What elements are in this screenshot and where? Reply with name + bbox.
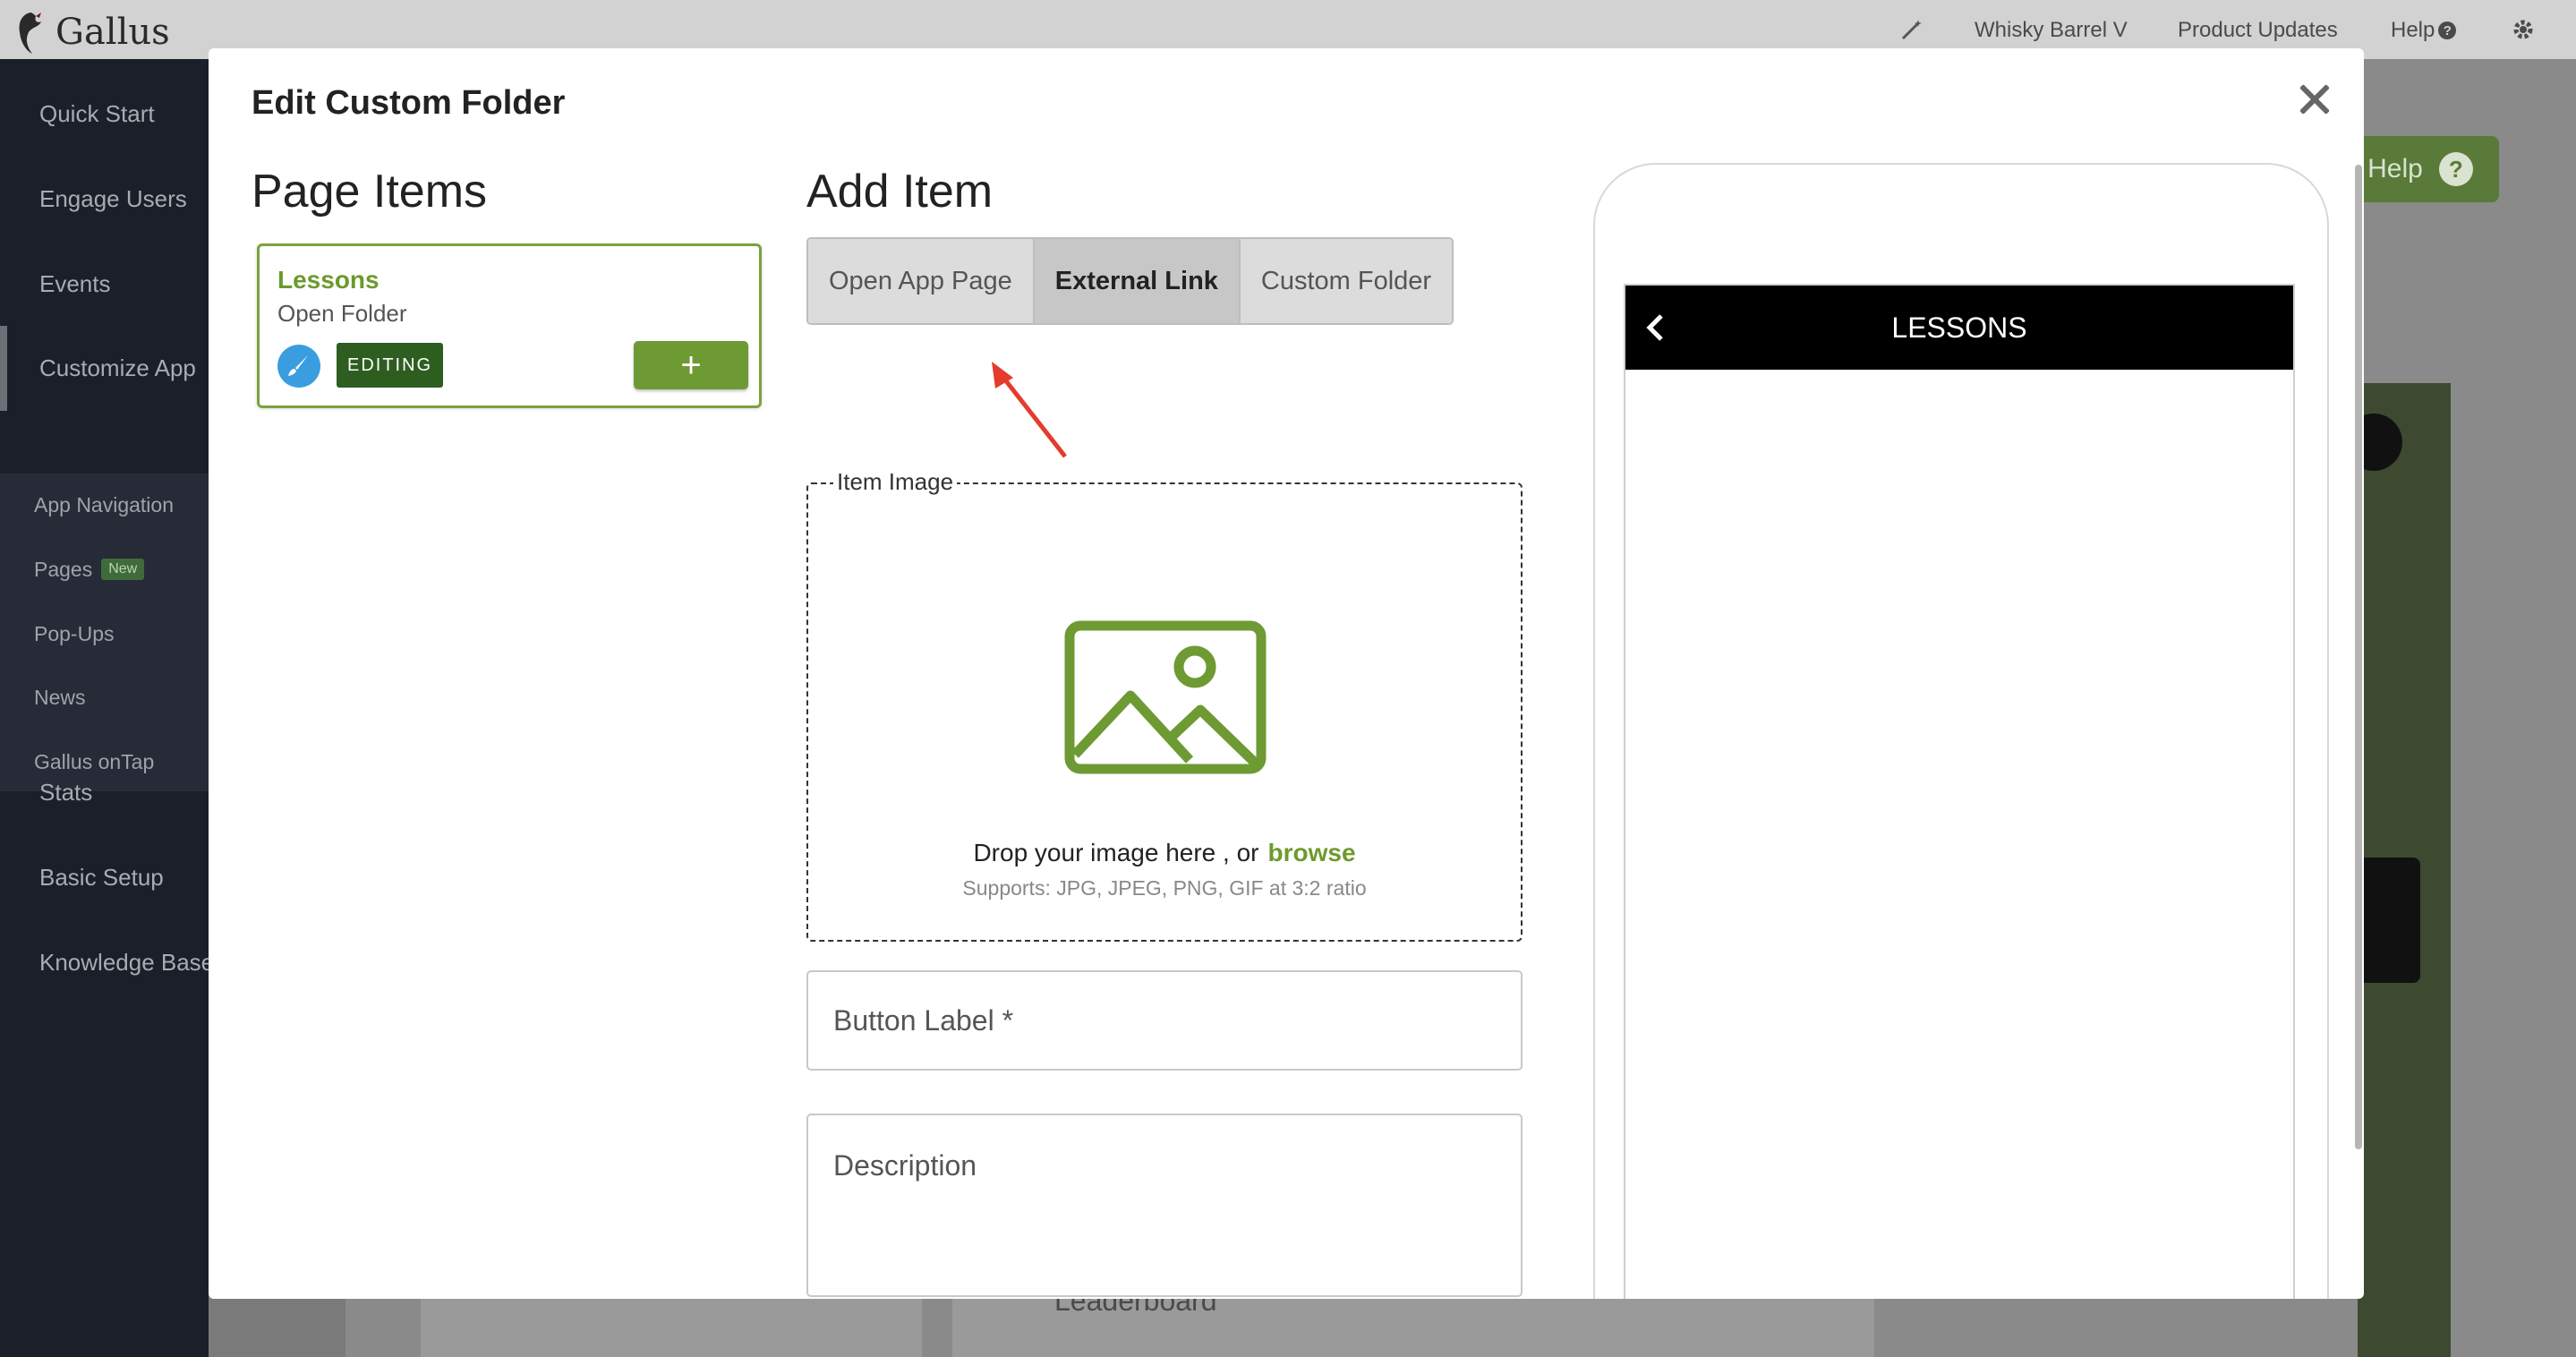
chevron-left-icon[interactable]	[1645, 312, 1665, 343]
phone-preview-screen: LESSONS	[1624, 284, 2295, 1299]
phone-preview-header: LESSONS	[1625, 286, 2293, 370]
question-circle-icon: ?	[2438, 152, 2473, 186]
add-sub-item-button[interactable]: +	[634, 341, 748, 389]
page-item-subtitle: Open Folder	[277, 300, 407, 327]
sidebar-subitem-app-navigation[interactable]: App Navigation	[0, 486, 209, 524]
item-image-legend: Item Image	[833, 468, 958, 496]
sidebar-item-knowledge-base[interactable]: Knowledge Base	[0, 920, 214, 1005]
modal-scrollbar[interactable]	[2355, 165, 2362, 1149]
phone-preview-title: LESSONS	[1891, 311, 2027, 344]
add-item-heading: Add Item	[806, 166, 994, 218]
paintbrush-icon[interactable]	[277, 345, 320, 388]
annotation-arrow-icon	[992, 362, 1067, 458]
background-help-button[interactable]: Help ?	[2341, 136, 2499, 202]
close-icon[interactable]	[2292, 77, 2337, 122]
editing-badge: EDITING	[337, 343, 444, 388]
product-updates-link[interactable]: Product Updates	[2178, 18, 2338, 43]
background-card	[421, 1298, 922, 1357]
sidebar-subitem-news[interactable]: News	[0, 678, 209, 716]
rooster-logo-icon	[19, 13, 41, 54]
sidebar: Quick Start Engage Users Events Customiz…	[0, 59, 214, 1357]
new-badge: New	[101, 559, 145, 580]
button-label-field[interactable]: Button Label *	[806, 970, 1523, 1071]
supported-formats-text: Supports: JPG, JPEG, PNG, GIF at 3:2 rat…	[962, 876, 1367, 900]
brand-name: Gallus	[55, 12, 170, 53]
background-help-label: Help	[2367, 154, 2423, 183]
sidebar-item-engage-users[interactable]: Engage Users	[0, 157, 209, 242]
sidebar-subitem-pages[interactable]: Pages New	[0, 550, 209, 588]
magic-wand-icon[interactable]	[1900, 18, 1923, 41]
item-type-tabs: Open App Page External Link Custom Folde…	[806, 237, 1454, 325]
sidebar-item-events[interactable]: Events	[0, 242, 209, 327]
sidebar-subitem-label: Pages	[34, 557, 93, 581]
browse-link[interactable]: browse	[1268, 839, 1356, 866]
sidebar-submenu: App Navigation Pages New Pop-Ups News Ga…	[0, 474, 209, 791]
edit-custom-folder-modal: Edit Custom Folder Page Items Lessons Op…	[209, 48, 2364, 1299]
sidebar-item-stats[interactable]: Stats	[0, 750, 209, 835]
description-field[interactable]: Description	[806, 1114, 1523, 1297]
page-items-heading: Page Items	[252, 166, 488, 218]
drop-instructions: Drop your image here , or browse	[808, 839, 1521, 867]
item-image-dropzone[interactable]: Item Image Drop your image here , or brow…	[806, 468, 1523, 942]
drop-text: Drop your image here , or	[973, 839, 1259, 866]
modal-title: Edit Custom Folder	[252, 84, 566, 122]
help-label: Help	[2391, 18, 2435, 42]
sidebar-subitem-pop-ups[interactable]: Pop-Ups	[0, 615, 209, 653]
question-circle-icon: ?	[2438, 21, 2457, 39]
page-item-title: Lessons	[277, 266, 380, 294]
background-phone-preview	[2313, 383, 2451, 1357]
tab-custom-folder[interactable]: Custom Folder	[1240, 239, 1453, 323]
image-placeholder-icon	[1064, 620, 1267, 774]
tab-open-app-page[interactable]: Open App Page	[808, 239, 1035, 323]
account-menu[interactable]: Whisky Barrel V	[1975, 18, 2128, 43]
gear-icon[interactable]	[2512, 18, 2535, 41]
tab-external-link[interactable]: External Link	[1034, 239, 1241, 323]
paintbrush-glyph-icon	[288, 355, 308, 376]
help-menu[interactable]: Help ?	[2391, 18, 2457, 43]
sidebar-item-customize-app[interactable]: Customize App	[0, 326, 209, 411]
page-item-card[interactable]: Lessons Open Folder EDITING +	[257, 243, 762, 408]
sidebar-item-quick-start[interactable]: Quick Start	[0, 72, 209, 157]
sidebar-item-basic-setup[interactable]: Basic Setup	[0, 835, 209, 920]
app-logo[interactable]: Gallus	[13, 9, 170, 55]
